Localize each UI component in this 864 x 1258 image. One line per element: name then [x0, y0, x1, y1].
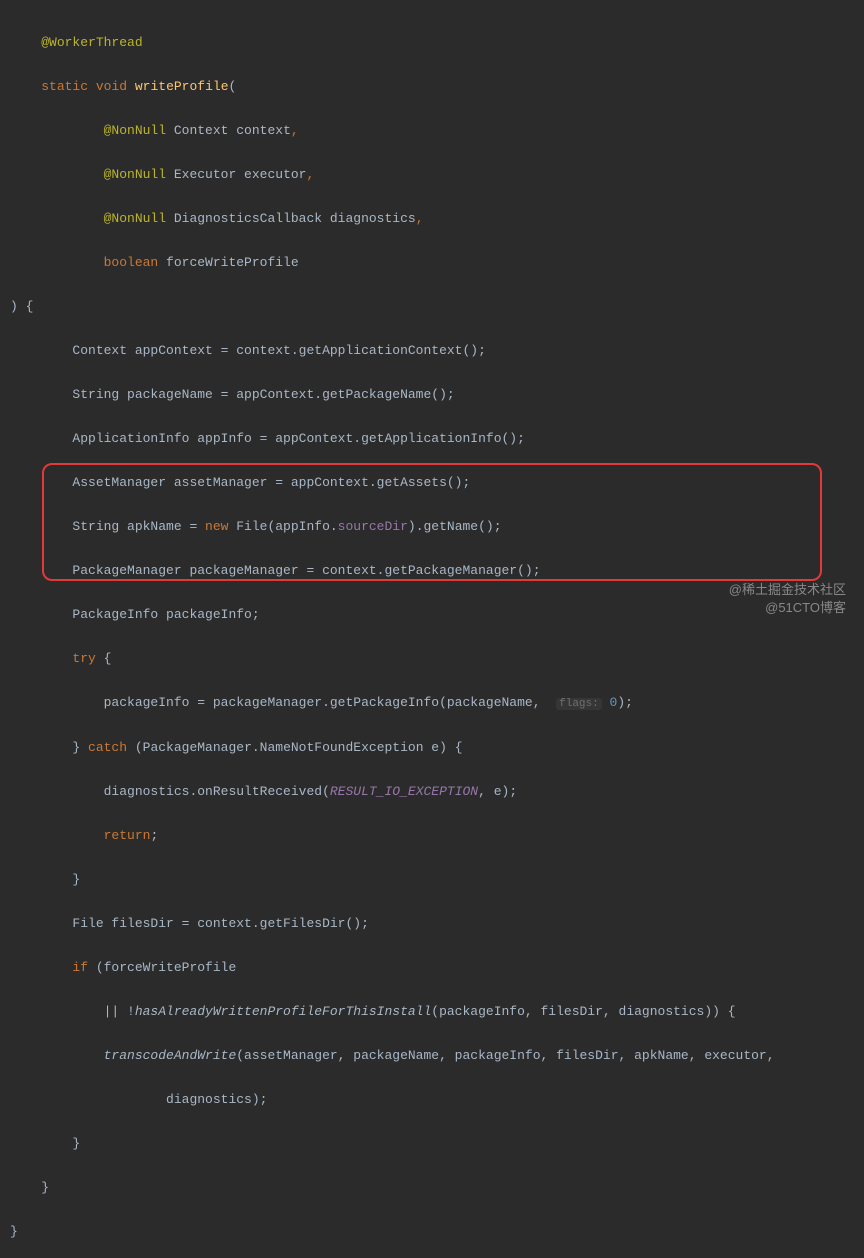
parameter-hint: flags: — [556, 698, 602, 710]
code-line: String apkName = new File(appInfo.source… — [10, 516, 864, 538]
code-line: diagnostics); — [10, 1089, 864, 1111]
method-call: transcodeAndWrite — [104, 1048, 237, 1063]
code-line: transcodeAndWrite(assetManager, packageN… — [10, 1045, 864, 1067]
code-line: @NonNull Executor executor, — [10, 164, 864, 186]
code-line: try { — [10, 648, 864, 670]
code-line: diagnostics.onResultReceived(RESULT_IO_E… — [10, 781, 864, 803]
code-line: } catch (PackageManager.NameNotFoundExce… — [10, 737, 864, 759]
annotation: @WorkerThread — [41, 35, 142, 50]
code-line: boolean forceWriteProfile — [10, 252, 864, 274]
code-line: AssetManager assetManager = appContext.g… — [10, 472, 864, 494]
watermark-51cto: @51CTO博客 — [765, 597, 846, 619]
code-line: @WorkerThread — [10, 32, 864, 54]
code-editor[interactable]: @WorkerThread static void writeProfile( … — [0, 0, 864, 1258]
code-line: ) { — [10, 296, 864, 318]
code-line: } — [10, 1133, 864, 1155]
code-line: } — [10, 1177, 864, 1199]
method-call: hasAlreadyWrittenProfileForThisInstall — [135, 1004, 431, 1019]
code-line: String packageName = appContext.getPacka… — [10, 384, 864, 406]
code-line: return; — [10, 825, 864, 847]
code-line: ApplicationInfo appInfo = appContext.get… — [10, 428, 864, 450]
code-line: @NonNull DiagnosticsCallback diagnostics… — [10, 208, 864, 230]
code-line: } — [10, 1221, 864, 1243]
code-line: static void writeProfile( — [10, 76, 864, 98]
code-line: Context appContext = context.getApplicat… — [10, 340, 864, 362]
code-line: packageInfo = packageManager.getPackageI… — [10, 692, 864, 715]
code-line: @NonNull Context context, — [10, 120, 864, 142]
code-line: PackageInfo packageInfo; — [10, 604, 864, 626]
code-line: File filesDir = context.getFilesDir(); — [10, 913, 864, 935]
code-line: } — [10, 869, 864, 891]
code-line: || !hasAlreadyWrittenProfileForThisInsta… — [10, 1001, 864, 1023]
code-line: if (forceWriteProfile — [10, 957, 864, 979]
constant: RESULT_IO_EXCEPTION — [330, 784, 478, 799]
